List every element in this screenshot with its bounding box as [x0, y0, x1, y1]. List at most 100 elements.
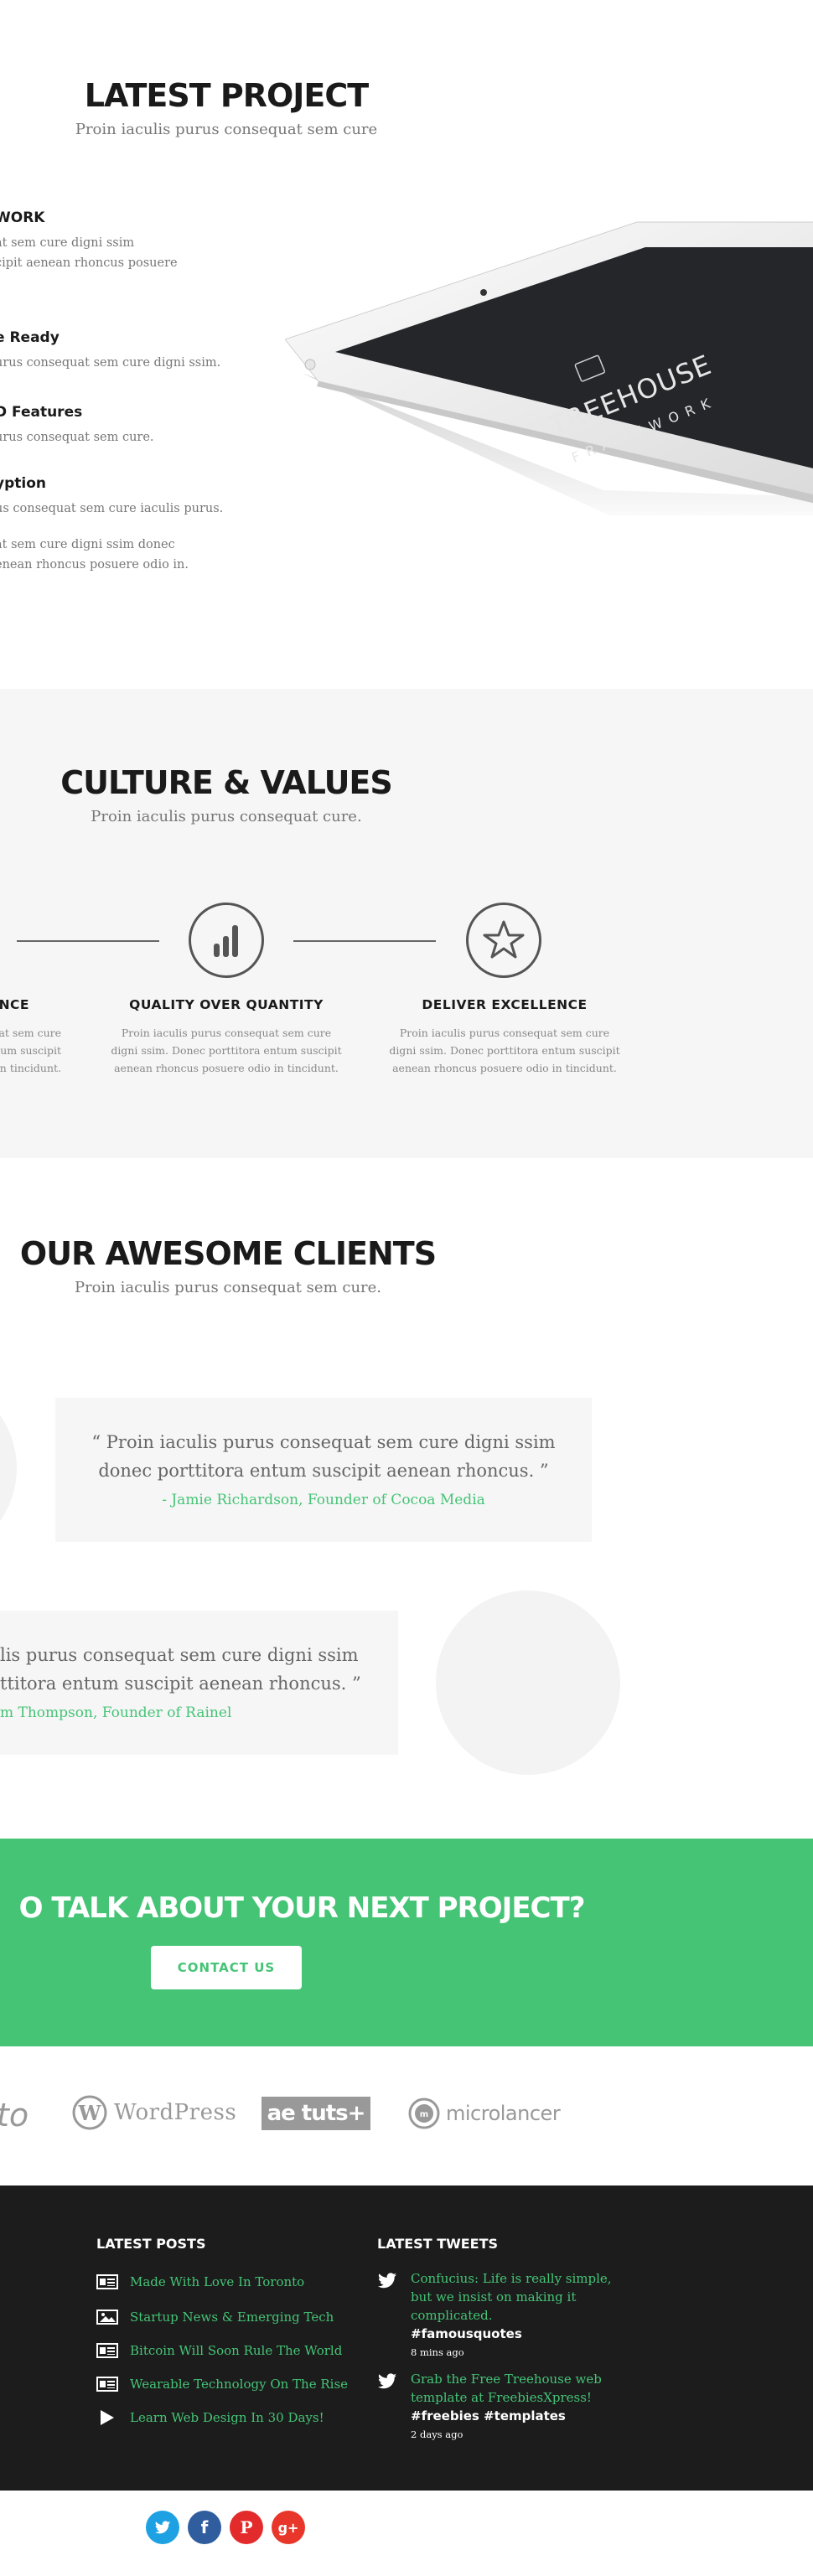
wordpress-icon: W: [72, 2095, 107, 2130]
post-link-label[interactable]: Learn Web Design In 30 Days!: [130, 2410, 324, 2425]
feature-item: WORK at sem cure digni ssim cipit aenean…: [0, 209, 246, 273]
value-desc-line: aenean rhoncus posuere odio in tincidunt…: [114, 1062, 339, 1074]
tweet-line: complicated.: [411, 2308, 493, 2323]
value-desc-line: aenean rhoncus posuere odio in tincidunt…: [392, 1062, 617, 1074]
latest-posts-title: LATEST POSTS: [96, 2236, 206, 2252]
bird-icon: [378, 2273, 396, 2289]
value-description: Proin iaculis purus consequat sem cure d…: [379, 1024, 630, 1077]
latest-project-section: LATEST PROJECT Proin iaculis purus conse…: [0, 0, 813, 689]
post-link-label[interactable]: Wearable Technology On The Rise: [130, 2377, 348, 2392]
value-description: Proin iaculis purus consequat sem cure d…: [101, 1024, 352, 1077]
tweet-text[interactable]: Grab the Free Treehouse web template at …: [411, 2370, 620, 2407]
divider-line: [293, 940, 436, 942]
post-link-label[interactable]: Startup News & Emerging Tech: [130, 2310, 334, 2325]
bird-icon: [378, 2373, 396, 2389]
tweet-hashtags[interactable]: #famousquotes: [411, 2325, 620, 2343]
contact-us-button[interactable]: CONTACT US: [151, 1946, 302, 1989]
feature-text: us consequat sem cure iaculis purus.: [0, 502, 224, 515]
feature-item: e Ready urus consequat sem cure digni ss…: [0, 329, 246, 373]
clients-subtitle: Proin iaculis purus consequat sem cure.: [74, 1279, 382, 1296]
feature-text: urus consequat sem cure.: [0, 431, 154, 444]
article-icon: [96, 2274, 118, 2289]
tablet-mockup-image: TREEHOUSE FRAMEWORK: [285, 221, 813, 515]
wordpress-wordmark: WordPress: [114, 2100, 237, 2125]
pinterest-icon: P: [240, 2517, 253, 2537]
logo-partial: to: [0, 2097, 29, 2134]
play-icon: [96, 2410, 118, 2425]
cta-heading: O TALK ABOUT YOUR NEXT PROJECT?: [18, 1891, 586, 1925]
tweet-item: Grab the Free Treehouse web template at …: [377, 2370, 620, 2440]
cta-section: O TALK ABOUT YOUR NEXT PROJECT? CONTACT …: [0, 1839, 813, 2046]
value-desc-line: Proin iaculis purus consequat sem cure: [399, 1027, 610, 1039]
wordpress-logo: W WordPress: [72, 2095, 236, 2130]
tweet-timestamp: 8 mins ago: [411, 2346, 464, 2358]
svg-text:W: W: [78, 2101, 102, 2125]
tweet-timestamp: 2 days ago: [411, 2429, 463, 2440]
clients-title: OUR AWESOME CLIENTS: [19, 1235, 437, 1272]
post-link[interactable]: Made With Love In Toronto: [96, 2273, 304, 2291]
value-desc-line: Proin iaculis purus consequat sem cure: [121, 1027, 332, 1039]
microlancer-wordmark: microlancer: [446, 2102, 561, 2125]
feature-text: enean rhoncus posuere odio in.: [0, 558, 189, 572]
twitter-button[interactable]: [146, 2511, 179, 2544]
testimonial-card: lis purus consequat sem cure digni ssim …: [0, 1611, 398, 1755]
testimonial-card: “ Proin iaculis purus consequat sem cure…: [55, 1398, 592, 1542]
client-avatar: [436, 1591, 620, 1775]
google-plus-button[interactable]: g+: [272, 2511, 305, 2544]
article-icon: [96, 2343, 118, 2358]
feature-text: urus consequat sem cure digni ssim.: [0, 356, 221, 370]
quote-line: lis purus consequat sem cure digni ssim: [0, 1645, 359, 1665]
post-link[interactable]: Startup News & Emerging Tech: [96, 2308, 334, 2326]
feature-title: e Ready: [0, 329, 60, 346]
quality-icon-circle: [189, 903, 264, 978]
quote-line: “ Proin iaculis purus consequat sem cure…: [91, 1432, 556, 1452]
post-link-label[interactable]: Bitcoin Will Soon Rule The World: [130, 2343, 342, 2358]
article-icon: [96, 2377, 118, 2392]
project-subtitle: Proin iaculis purus consequat sem cure: [75, 121, 378, 138]
feature-text: at sem cure digni ssim: [0, 236, 135, 250]
culture-title: CULTURE & VALUES: [60, 764, 393, 801]
divider-line: [17, 940, 159, 942]
value-desc-line: digni ssim. Donec porttitora entum susci…: [111, 1044, 342, 1057]
feature-title: D Features: [0, 404, 83, 421]
post-link[interactable]: Wearable Technology On The Rise: [96, 2375, 348, 2393]
tweet-line: template at FreebiesXpress!: [411, 2390, 592, 2405]
value-description: at sem cure ntum suscipit o in tincidunt…: [0, 1024, 61, 1077]
pinterest-button[interactable]: P: [230, 2511, 263, 2544]
feature-title: yption: [0, 475, 46, 492]
quote-line: donec porttitora entum suscipit aenean r…: [98, 1461, 549, 1481]
footer-section: LATEST POSTS LATEST TWEETS Made With Lov…: [0, 2185, 813, 2491]
facebook-button[interactable]: f: [188, 2511, 221, 2544]
svg-text:m: m: [420, 2110, 428, 2119]
tuts-logo: ae tuts+: [262, 2097, 370, 2130]
quote-line: ttitora entum suscipit aenean rhoncus. ”: [0, 1673, 361, 1694]
bar-chart-icon: [214, 925, 238, 957]
value-desc-line: digni ssim. Donec porttitora entum susci…: [389, 1044, 620, 1057]
post-link[interactable]: Bitcoin Will Soon Rule The World: [96, 2341, 342, 2360]
value-title: DELIVER EXCELLENCE: [422, 997, 588, 1012]
testimonial-author: - Jamie Richardson, Founder of Cocoa Med…: [162, 1492, 485, 1508]
twitter-icon: [154, 2520, 171, 2533]
google-plus-icon: g+: [277, 2519, 299, 2536]
tweet-text[interactable]: Confucius: Life is really simple, but we…: [411, 2269, 620, 2325]
post-link[interactable]: Learn Web Design In 30 Days!: [96, 2408, 324, 2427]
post-link-label[interactable]: Made With Love In Toronto: [130, 2274, 304, 2289]
value-desc-line: o in tincidunt.: [0, 1062, 61, 1074]
image-icon: [96, 2310, 118, 2325]
testimonial-quote: “ Proin iaculis purus consequat sem cure…: [55, 1428, 592, 1485]
value-title: QUALITY OVER QUANTITY: [129, 997, 324, 1012]
project-title: LATEST PROJECT: [84, 77, 369, 114]
testimonial-quote: lis purus consequat sem cure digni ssim …: [0, 1641, 398, 1698]
feature-text: cipit aenean rhoncus posuere: [0, 256, 178, 270]
culture-subtitle: Proin iaculis purus consequat cure.: [91, 808, 362, 825]
feature-item: at sem cure digni ssim donec enean rhonc…: [0, 535, 246, 575]
tuts-wordmark: ae tuts+: [267, 2101, 366, 2126]
tweet-hashtags[interactable]: #freebies #templates: [411, 2407, 620, 2425]
feature-item: yption us consequat sem cure iaculis pur…: [0, 475, 246, 519]
microlancer-logo: m microlancer: [407, 2097, 561, 2130]
clients-section: OUR AWESOME CLIENTS Proin iaculis purus …: [0, 1158, 813, 1839]
culture-values-section: CULTURE & VALUES Proin iaculis purus con…: [0, 689, 813, 1158]
bottom-bar: f P g+: [0, 2491, 813, 2576]
tweet-item: Confucius: Life is really simple, but we…: [377, 2269, 620, 2358]
value-desc-line: at sem cure: [0, 1027, 61, 1039]
